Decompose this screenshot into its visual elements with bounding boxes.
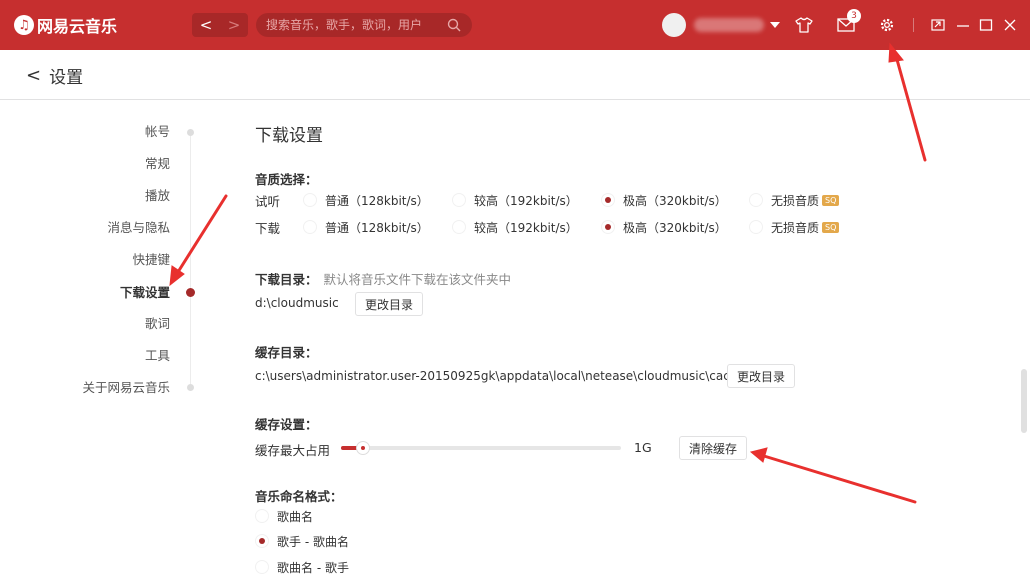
- listen-quality-lossless[interactable]: 无损音质 SQ: [749, 191, 840, 209]
- message-count-badge: 3: [847, 9, 861, 23]
- download-dir-path: d:\cloudmusic: [255, 296, 339, 310]
- download-settings-panel: 下载设置 音质选择： 试听 普通（128kbit/s） 较高（192kbit/s…: [255, 101, 1015, 586]
- sidebar-track: [190, 131, 191, 389]
- sidebar-item-lyrics[interactable]: 歌词: [145, 313, 170, 333]
- chevron-down-icon[interactable]: [770, 22, 780, 28]
- shirt-icon[interactable]: [794, 15, 814, 35]
- radio-circle: [452, 193, 466, 207]
- radio-circle: [255, 560, 269, 574]
- sq-badge: SQ: [822, 194, 840, 206]
- back-button[interactable]: <: [192, 13, 220, 37]
- search-icon[interactable]: [446, 17, 462, 33]
- app-name: 网易云音乐: [37, 17, 118, 36]
- change-download-dir-button[interactable]: 更改目录: [355, 292, 424, 316]
- cache-dir-label: 缓存目录：: [255, 345, 318, 360]
- radio-circle-checked: [601, 193, 615, 207]
- history-nav: < >: [192, 13, 248, 37]
- sidebar-item-playback[interactable]: 播放: [145, 185, 170, 205]
- titlebar-divider: [913, 18, 914, 32]
- settings-header: < 设置: [0, 50, 1030, 100]
- minimize-icon[interactable]: [953, 15, 973, 35]
- cache-dir-path: c:\users\administrator.user-20150925gk\a…: [255, 369, 745, 383]
- forward-button[interactable]: >: [220, 13, 248, 37]
- cache-max-label: 缓存最大占用: [255, 443, 331, 458]
- listen-row-label: 试听: [255, 194, 281, 209]
- settings-back-button[interactable]: < 设置: [26, 64, 84, 88]
- scrollbar[interactable]: [1021, 369, 1027, 433]
- maximize-icon[interactable]: [976, 15, 996, 35]
- netease-logo-icon: ♫: [14, 15, 34, 35]
- radio-circle-checked: [601, 220, 615, 234]
- user-menu[interactable]: [662, 13, 780, 37]
- search-box[interactable]: [256, 13, 472, 37]
- sidebar-item-download[interactable]: 下载设置: [120, 282, 170, 302]
- radio-circle: [749, 220, 763, 234]
- sidebar-item-shortcuts[interactable]: 快捷键: [132, 249, 170, 269]
- naming-option-song-artist[interactable]: 歌曲名 - 歌手: [255, 558, 349, 576]
- cache-size-slider[interactable]: [341, 441, 621, 455]
- listen-quality-high[interactable]: 较高（192kbit/s）: [452, 191, 578, 209]
- sidebar-active-dot: [186, 288, 195, 297]
- naming-option-artist-song[interactable]: 歌手 - 歌曲名: [255, 532, 349, 550]
- download-quality-normal[interactable]: 普通（128kbit/s）: [303, 218, 429, 236]
- cache-size-value: 1G: [634, 440, 652, 455]
- naming-format-label: 音乐命名格式：: [255, 489, 343, 504]
- cache-settings-label: 缓存设置：: [255, 417, 318, 432]
- listen-quality-extreme[interactable]: 极高（320kbit/s）: [601, 191, 727, 209]
- cache-slider-thumb[interactable]: [356, 441, 370, 455]
- sidebar-item-general[interactable]: 常规: [145, 153, 170, 173]
- quality-label: 音质选择：: [255, 172, 318, 187]
- username-blurred[interactable]: [694, 18, 764, 32]
- listen-quality-normal[interactable]: 普通（128kbit/s）: [303, 191, 429, 209]
- page-title: 设置: [49, 67, 84, 88]
- sidebar-item-tools[interactable]: 工具: [145, 345, 170, 365]
- download-row-label: 下载: [255, 221, 281, 236]
- close-icon[interactable]: [1000, 15, 1020, 35]
- sidebar-item-about[interactable]: 关于网易云音乐: [82, 377, 170, 397]
- naming-option-song[interactable]: 歌曲名: [255, 507, 313, 525]
- download-quality-high[interactable]: 较高（192kbit/s）: [452, 218, 578, 236]
- download-dir-hint: 默认将音乐文件下载在该文件夹中: [323, 272, 512, 287]
- search-input[interactable]: [266, 18, 446, 32]
- download-quality-lossless[interactable]: 无损音质 SQ: [749, 218, 840, 236]
- mini-mode-icon[interactable]: [928, 15, 948, 35]
- sidebar-item-account[interactable]: 帐号: [145, 121, 170, 141]
- radio-circle: [303, 220, 317, 234]
- section-title: 下载设置: [255, 126, 323, 146]
- mail-icon[interactable]: 3: [836, 9, 861, 35]
- sq-badge: SQ: [822, 221, 840, 233]
- avatar[interactable]: [662, 13, 686, 37]
- download-quality-extreme[interactable]: 极高（320kbit/s）: [601, 218, 727, 236]
- gear-icon[interactable]: [877, 15, 897, 35]
- clear-cache-button[interactable]: 清除缓存: [679, 436, 748, 460]
- radio-circle: [452, 220, 466, 234]
- radio-circle: [749, 193, 763, 207]
- sidebar-dot: [187, 129, 194, 136]
- radio-circle: [255, 509, 269, 523]
- app-logo[interactable]: ♫ 网易云音乐: [14, 13, 117, 37]
- radio-circle-checked: [255, 534, 269, 548]
- back-icon: <: [199, 16, 213, 34]
- download-dir-label: 下载目录： 默认将音乐文件下载在该文件夹中: [255, 272, 512, 287]
- radio-circle: [303, 193, 317, 207]
- settings-sidebar: 帐号 常规 播放 消息与隐私 快捷键 下载设置 歌词 工具 关于网易云音乐: [0, 101, 220, 586]
- sidebar-item-privacy[interactable]: 消息与隐私: [107, 217, 170, 237]
- title-bar: ♫ 网易云音乐 < > 3: [0, 0, 1030, 50]
- chevron-left-icon: <: [26, 64, 42, 86]
- change-cache-dir-button[interactable]: 更改目录: [727, 364, 796, 388]
- sidebar-dot: [187, 384, 194, 391]
- forward-icon: >: [227, 16, 241, 34]
